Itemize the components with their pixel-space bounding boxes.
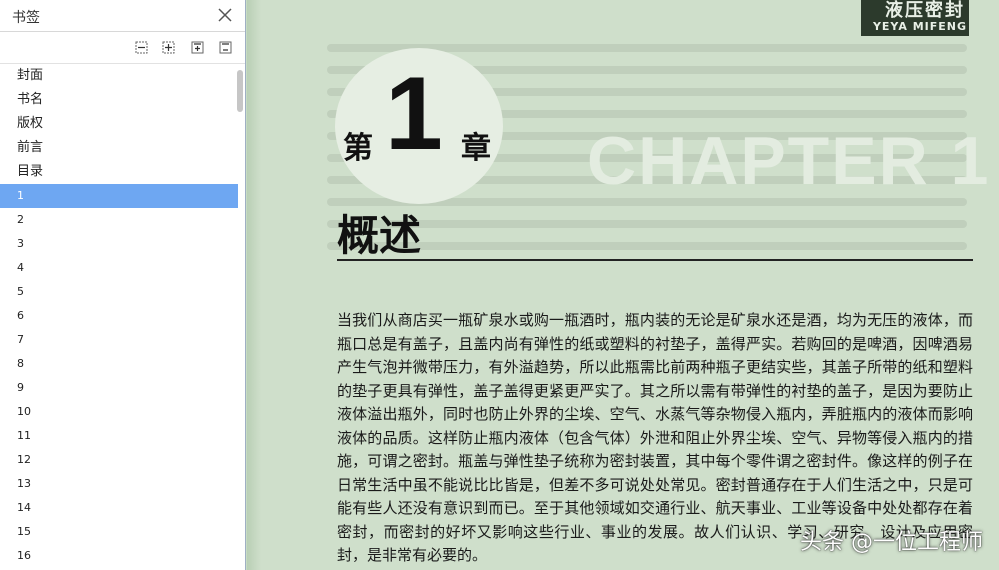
bookmark-item[interactable]: 9 [0,376,238,400]
close-icon[interactable] [217,7,233,23]
watermark: 头条 @一位工程师 [800,530,983,555]
chapter-suffix: 章 [461,131,491,166]
add-bookmark-icon[interactable] [190,40,205,55]
bookmark-item[interactable]: 1 [0,184,238,208]
bookmark-item[interactable]: 书名 [0,88,238,112]
title-rule [337,259,973,261]
bookmark-item[interactable]: 3 [0,232,238,256]
document-page: 液压密封 YEYA MIFENG CHAPTER 1 第 1 章 概述 当我们从… [247,0,999,570]
bookmark-item[interactable]: 2 [0,208,238,232]
bookmark-panel: 书签 封面 书名 版权 前言 目录 1 2 3 4 5 6 7 8 9 10 11 12 13 14 15 16 [0,0,246,570]
bookmark-item[interactable]: 10 [0,400,238,424]
bookmark-item[interactable]: 15 [0,520,238,544]
page-edge [247,0,261,570]
bookmark-item[interactable]: 目录 [0,160,238,184]
bookmark-item[interactable]: 前言 [0,136,238,160]
bookmark-panel-header: 书签 [0,0,245,32]
bookmark-item[interactable]: 6 [0,304,238,328]
bookmark-item[interactable]: 4 [0,256,238,280]
book-logo-cn: 液压密封 [885,0,965,21]
bookmark-list: 封面 书名 版权 前言 目录 1 2 3 4 5 6 7 8 9 10 11 12 13 14 15 16 [0,64,238,570]
expand-all-icon[interactable] [161,40,176,55]
delete-bookmark-icon[interactable] [218,40,233,55]
chapter-prefix: 第 [343,131,373,166]
collapse-all-icon[interactable] [134,40,149,55]
bookmark-item[interactable]: 8 [0,352,238,376]
bookmark-item[interactable]: 13 [0,472,238,496]
bookmark-item[interactable]: 版权 [0,112,238,136]
bookmark-item[interactable]: 7 [0,328,238,352]
chapter-number: 1 [385,56,443,172]
bookmark-item[interactable]: 11 [0,424,238,448]
bookmark-item[interactable]: 14 [0,496,238,520]
bookmark-panel-title: 书签 [12,10,40,26]
scrollbar-thumb[interactable] [237,70,243,112]
book-logo-en: YEYA MIFENG [872,20,967,33]
bookmark-item[interactable]: 5 [0,280,238,304]
chapter-title: 概述 [337,211,422,260]
bookmark-item[interactable]: 16 [0,544,238,568]
chapter-en-heading: CHAPTER 1 [587,123,991,199]
bookmark-item[interactable]: 12 [0,448,238,472]
bookmark-item[interactable]: 封面 [0,64,238,88]
bookmark-toolbar [0,32,245,64]
